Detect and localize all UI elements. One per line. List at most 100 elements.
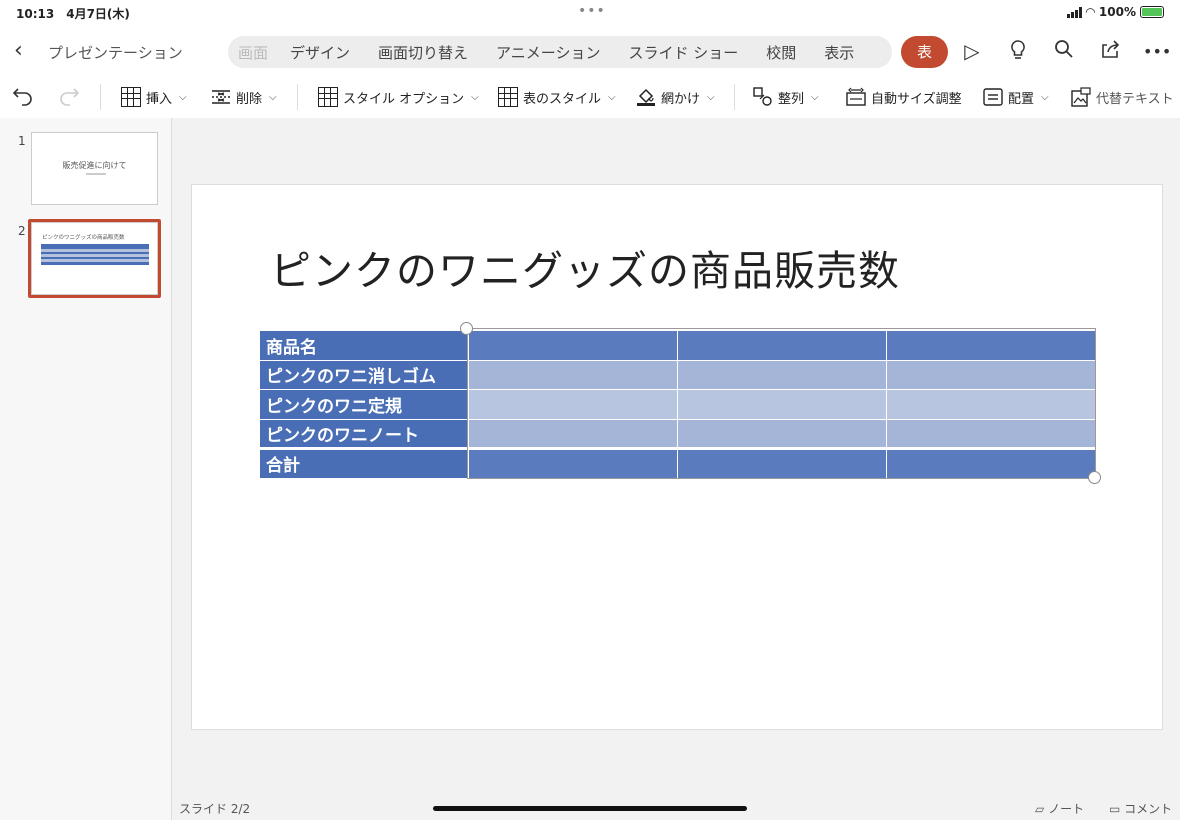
thumbnail-selection-outline <box>28 219 161 298</box>
table-style-options-icon <box>318 87 338 107</box>
slide[interactable]: ピンクのワニグッズの商品販売数 商品名 ピンクのワニ消しゴム ピンクのワニ定規 <box>191 184 1163 730</box>
slide-counter: スライド 2/2 <box>179 802 251 816</box>
autofit-button[interactable]: 自動サイズ調整 <box>846 87 962 107</box>
home-indicator[interactable] <box>433 806 747 811</box>
slide-table[interactable]: 商品名 ピンクのワニ消しゴム ピンクのワニ定規 ピンクのワニノート 合計 <box>259 330 1096 479</box>
table-cell[interactable] <box>886 389 1096 420</box>
table-cell[interactable] <box>468 359 678 390</box>
align-label: 配置 <box>1008 91 1035 107</box>
slide-canvas: ピンクのワニグッズの商品販売数 商品名 ピンクのワニ消しゴム ピンクのワニ定規 <box>173 118 1180 794</box>
table-cell[interactable] <box>468 330 678 361</box>
thumbnail-number: 2 <box>18 224 26 238</box>
multitasking-dots-icon[interactable]: ••• <box>578 3 606 19</box>
table-cell[interactable] <box>468 447 678 479</box>
table-cell[interactable] <box>677 389 887 420</box>
table-cell[interactable] <box>886 447 1096 479</box>
arrange-label: 整列 <box>778 91 805 107</box>
delete-label: 削除 <box>236 91 263 107</box>
lightbulb-icon[interactable] <box>1005 39 1031 66</box>
tab-animations[interactable]: アニメーション <box>482 42 614 63</box>
autofit-label: 自動サイズ調整 <box>871 91 962 107</box>
table-cell[interactable] <box>677 418 887 449</box>
table-styles-label: 表のスタイル <box>523 91 602 107</box>
divider <box>100 84 101 110</box>
share-icon[interactable] <box>1097 39 1123 64</box>
chevron-down-icon: ⌵ <box>269 91 277 103</box>
table-cell[interactable]: ピンクのワニノート <box>259 418 469 449</box>
table-cell[interactable]: ピンクのワニ定規 <box>259 389 469 420</box>
tab-view[interactable]: 表示 <box>810 42 868 63</box>
chevron-left-icon[interactable]: ‹ <box>14 38 23 63</box>
chevron-down-icon: ⌵ <box>811 91 819 103</box>
divider <box>734 84 735 110</box>
table-cell[interactable] <box>886 418 1096 449</box>
resize-handle-bottom-right[interactable] <box>1088 471 1101 484</box>
comments-label: コメント <box>1124 802 1173 816</box>
chevron-down-icon: ⌵ <box>471 91 479 103</box>
chevron-down-icon: ⌵ <box>179 91 187 103</box>
play-icon[interactable]: ▷ <box>959 39 985 63</box>
redo-icon[interactable] <box>58 87 80 107</box>
tab-table[interactable]: 表 <box>901 36 948 68</box>
insert-label: 挿入 <box>146 91 173 107</box>
table-cell[interactable] <box>886 359 1096 390</box>
app-header: ‹ プレゼンテーション 画面 デザイン 画面切り替え アニメーション スライド … <box>0 26 1180 78</box>
ribbon-tabs: 画面 デザイン 画面切り替え アニメーション スライド ショー 校閲 表示 <box>228 36 892 68</box>
tab-draw[interactable]: 画面 <box>234 42 276 63</box>
notes-button[interactable]: ▱ ノート <box>1035 800 1084 817</box>
table-cell[interactable] <box>468 389 678 420</box>
alt-text-label: 代替テキスト <box>1096 91 1174 107</box>
table-cell[interactable] <box>677 447 887 479</box>
battery-icon <box>1140 6 1164 18</box>
table-cell[interactable] <box>677 330 887 361</box>
divider <box>297 84 298 110</box>
comment-icon: ▭ <box>1109 802 1121 816</box>
paint-bucket-icon <box>636 87 656 107</box>
table-cell[interactable] <box>677 359 887 390</box>
resize-handle-top-left[interactable] <box>460 322 473 335</box>
status-time: 10:13 4月7日(木) <box>16 7 130 21</box>
thumbnail-number: 1 <box>18 134 26 148</box>
align-icon <box>983 87 1003 107</box>
table-cell[interactable]: 合計 <box>259 447 469 479</box>
slide-thumbnail-1[interactable]: 販売促進に向けて <box>31 132 158 205</box>
undo-icon[interactable] <box>12 87 34 107</box>
slide-title[interactable]: ピンクのワニグッズの商品販売数 <box>270 237 900 297</box>
status-bar: 10:13 4月7日(木) ••• ◠ 100% <box>0 0 1180 26</box>
chevron-down-icon: ⌵ <box>707 91 715 103</box>
table-styles-button[interactable]: 表のスタイル ⌵ <box>498 87 616 107</box>
arrange-icon <box>753 87 773 107</box>
delete-button[interactable]: 削除 ⌵ <box>211 87 277 107</box>
table-delete-icon <box>211 87 231 107</box>
style-options-label: スタイル オプション <box>343 91 465 107</box>
alt-text-button[interactable]: 代替テキスト <box>1071 87 1174 107</box>
table-styles-icon <box>498 87 518 107</box>
table-cell[interactable] <box>468 418 678 449</box>
arrange-button[interactable]: 整列 ⌵ <box>753 87 819 107</box>
slide-thumbnails-pane: 1 販売促進に向けて 2 ピンクのワニグッズの商品販売数 <box>0 118 172 820</box>
align-button[interactable]: 配置 ⌵ <box>983 87 1049 107</box>
document-title[interactable]: プレゼンテーション <box>48 42 183 63</box>
comments-button[interactable]: ▭ コメント <box>1109 800 1172 817</box>
ribbon-commands: 挿入 ⌵ 削除 ⌵ スタイル オプション ⌵ 表のスタイル ⌵ 網かけ ⌵ 整列 ⌵ 自動サ… <box>0 78 1180 118</box>
battery-percent: 100% <box>1098 5 1136 19</box>
wifi-icon: ◠ <box>1085 5 1095 19</box>
style-options-button[interactable]: スタイル オプション ⌵ <box>318 87 479 107</box>
insert-button[interactable]: 挿入 ⌵ <box>121 87 187 107</box>
tab-slideshow[interactable]: スライド ショー <box>614 42 752 63</box>
alt-text-icon <box>1071 87 1091 107</box>
shading-button[interactable]: 網かけ ⌵ <box>636 87 715 107</box>
thumbnail-title: 販売促進に向けて <box>62 161 127 170</box>
table-cell[interactable] <box>886 330 1096 361</box>
tab-design[interactable]: デザイン <box>276 42 364 63</box>
table-cell[interactable]: 商品名 <box>259 330 469 361</box>
notes-label: ノート <box>1048 802 1085 816</box>
search-icon[interactable] <box>1051 39 1077 64</box>
more-icon[interactable]: ••• <box>1143 42 1171 61</box>
tab-transitions[interactable]: 画面切り替え <box>364 42 482 63</box>
tab-review[interactable]: 校閲 <box>752 42 810 63</box>
note-icon: ▱ <box>1035 802 1045 816</box>
shading-label: 網かけ <box>661 91 701 107</box>
table-insert-icon <box>121 87 141 107</box>
table-cell[interactable]: ピンクのワニ消しゴム <box>259 359 469 390</box>
